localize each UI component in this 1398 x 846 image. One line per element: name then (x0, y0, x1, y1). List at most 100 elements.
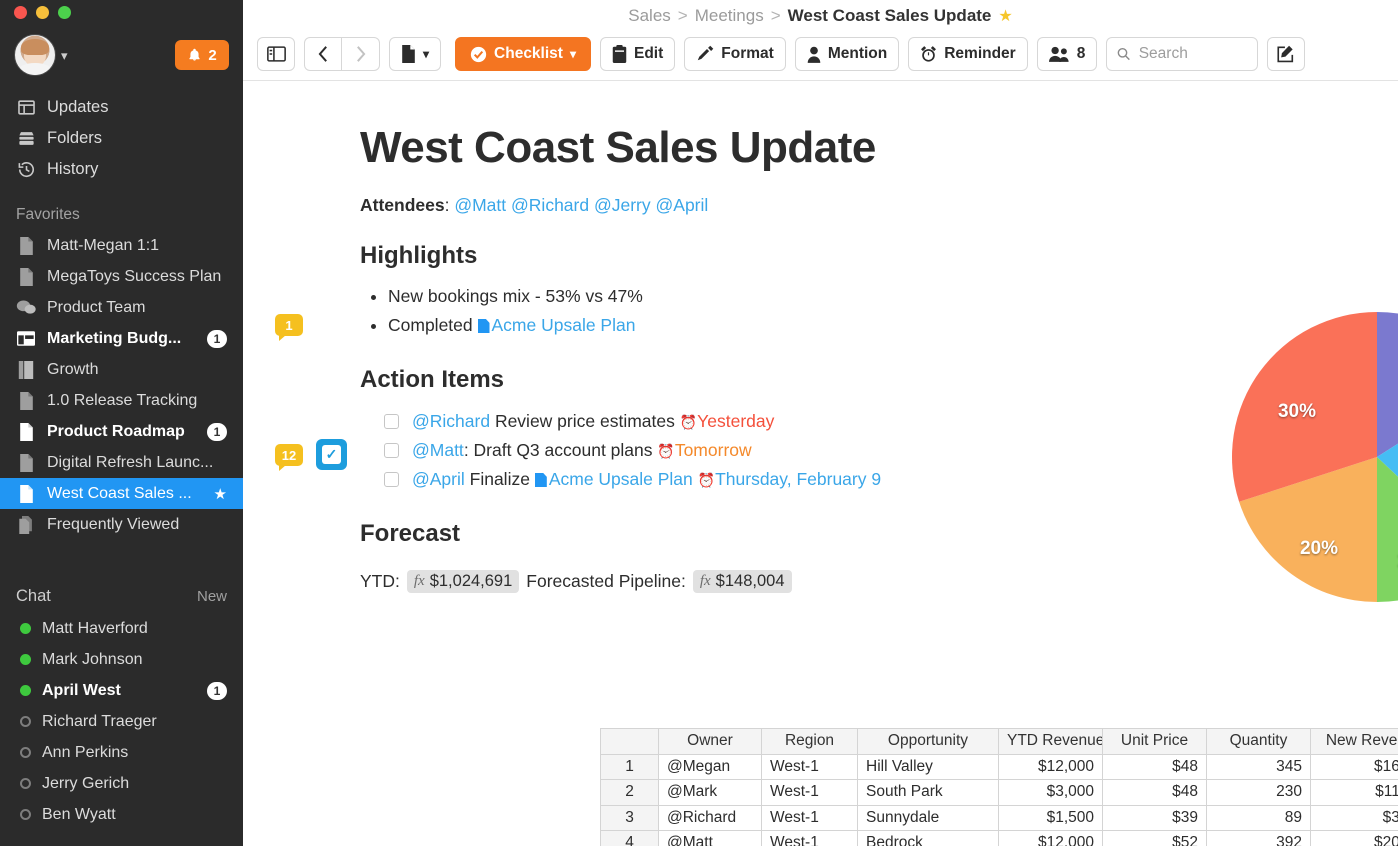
chat-item-april-west[interactable]: April West 1 (0, 675, 243, 706)
table-cell[interactable]: @Matt (658, 830, 762, 846)
star-icon[interactable]: ★ (998, 6, 1012, 26)
attendee-mention[interactable]: @Jerry (594, 195, 651, 215)
column-header[interactable]: Region (761, 728, 858, 755)
avatar[interactable] (14, 34, 56, 76)
sidebar-item-megatoys-success-plan[interactable]: MegaToys Success Plan (0, 261, 243, 292)
sidebar-item-release-tracking[interactable]: 1.0 Release Tracking (0, 385, 243, 416)
chevron-down-icon[interactable]: ▾ (570, 47, 576, 61)
forward-button[interactable] (342, 37, 380, 71)
maximize-window-button[interactable] (58, 6, 71, 19)
table-cell[interactable]: $39 (1102, 804, 1207, 831)
chat-item-matt-haverford[interactable]: Matt Haverford (0, 613, 243, 644)
format-button[interactable]: Format (684, 37, 786, 71)
search-input[interactable] (1138, 45, 1248, 63)
table-cell[interactable]: 4 (600, 830, 659, 846)
table-cell[interactable]: $52 (1102, 830, 1207, 846)
chat-item-ann-perkins[interactable]: Ann Perkins (0, 737, 243, 768)
table-cell[interactable]: West-1 (761, 804, 858, 831)
sidebar-item-updates[interactable]: Updates (0, 92, 243, 123)
table-cell[interactable]: West-1 (761, 830, 858, 846)
sidebar-item-matt-megan-1-1[interactable]: Matt-Megan 1:1 (0, 230, 243, 261)
table-cell[interactable]: $48 (1102, 753, 1207, 780)
chat-item-mark-johnson[interactable]: Mark Johnson (0, 644, 243, 675)
star-icon[interactable]: ★ (214, 485, 227, 503)
due-date[interactable]: Tomorrow (675, 440, 752, 460)
table-cell[interactable]: $12,000 (998, 830, 1103, 846)
edit-button[interactable]: Edit (599, 37, 676, 71)
table-cell[interactable]: $16,560 (1310, 753, 1398, 780)
table-cell[interactable]: $12,000 (998, 753, 1103, 780)
sidebar-item-product-team[interactable]: Product Team (0, 292, 243, 323)
chevron-down-icon[interactable]: ▾ (61, 49, 68, 62)
checklist-button[interactable]: Checklist ▾ (455, 37, 591, 71)
sidebar-item-history[interactable]: History (0, 154, 243, 185)
checkbox[interactable] (384, 443, 399, 458)
table-cell[interactable]: South Park (857, 779, 999, 806)
attendee-mention[interactable]: @Richard (511, 195, 589, 215)
table-cell[interactable]: 2 (600, 779, 659, 806)
chevron-down-icon[interactable]: ▾ (423, 47, 429, 61)
chat-item-ben-wyatt[interactable]: Ben Wyatt (0, 799, 243, 830)
attendee-mention[interactable]: @April (656, 195, 709, 215)
ytd-value-chip[interactable]: fx $1,024,691 (406, 570, 520, 593)
column-header[interactable] (600, 728, 659, 755)
table-cell[interactable]: 345 (1206, 753, 1311, 780)
table-cell[interactable]: 392 (1206, 830, 1311, 846)
sidebar-item-product-roadmap[interactable]: Product Roadmap 1 (0, 416, 243, 447)
attendee-mention[interactable]: @Matt (454, 195, 506, 215)
compose-button[interactable] (1267, 37, 1306, 71)
table-cell[interactable]: @Richard (658, 804, 762, 831)
reminder-button[interactable]: Reminder (908, 37, 1028, 71)
doc-link[interactable]: Acme Upsale Plan (492, 315, 636, 335)
table-cell[interactable]: $1,500 (998, 804, 1103, 831)
search-box[interactable] (1106, 37, 1259, 71)
due-date[interactable]: Thursday, February 9 (715, 469, 881, 489)
sidebar-item-west-coast-sales[interactable]: West Coast Sales ... ★ (0, 478, 243, 509)
mention-button[interactable]: Mention (794, 37, 900, 71)
sidebar-item-growth[interactable]: Growth (0, 354, 243, 385)
sidebar-item-marketing-budget[interactable]: Marketing Budg... 1 (0, 323, 243, 354)
pie-slice[interactable] (1377, 457, 1398, 602)
column-header[interactable]: YTD Revenue (998, 728, 1103, 755)
doc-link[interactable]: Acme Upsale Plan (549, 469, 693, 489)
chat-new-button[interactable]: New (197, 588, 227, 605)
breadcrumb-root[interactable]: Sales (628, 6, 671, 26)
chat-item-richard-traeger[interactable]: Richard Traeger (0, 706, 243, 737)
table-cell[interactable]: $11,040 (1310, 779, 1398, 806)
sidebar-item-digital-refresh-launch[interactable]: Digital Refresh Launc... (0, 447, 243, 478)
column-header[interactable]: New Revenue (1310, 728, 1398, 755)
table-cell[interactable]: Sunnydale (857, 804, 999, 831)
checkbox[interactable] (384, 472, 399, 487)
column-header[interactable]: Unit Price (1102, 728, 1207, 755)
sidebar-item-frequently-viewed[interactable]: Frequently Viewed (0, 509, 243, 540)
table-row[interactable]: 2@MarkWest-1South Park$3,000$48230$11,04… (600, 779, 1398, 806)
due-date[interactable]: Yesterday (697, 411, 774, 431)
user-menu[interactable]: ▾ (14, 34, 68, 76)
column-header[interactable]: Quantity (1206, 728, 1311, 755)
assignee-mention[interactable]: @Richard (412, 411, 490, 431)
table-cell[interactable]: $3,000 (998, 779, 1103, 806)
table-cell[interactable]: West-1 (761, 779, 858, 806)
table-row[interactable]: 1 @Megan West-1 Hill Valley $12,000 $48 345 $16… (600, 753, 1398, 780)
table-cell[interactable]: $48 (1102, 779, 1207, 806)
pie-slice[interactable] (1377, 312, 1398, 457)
table-cell[interactable]: 1 (600, 753, 659, 780)
column-header[interactable]: Opportunity (857, 728, 999, 755)
assignee-mention[interactable]: @Matt (412, 440, 464, 460)
table-cell[interactable]: Bedrock (857, 830, 999, 846)
pie-chart[interactable]: 16% 21% 13% 20% 30% (1231, 311, 1398, 603)
table-cell[interactable]: 89 (1206, 804, 1311, 831)
sidebar-toggle-button[interactable] (257, 37, 295, 71)
forecast-table[interactable]: Owner Region Opportunity YTD Revenue Uni… (600, 728, 1398, 846)
table-row[interactable]: 4@MattWest-1Bedrock$12,000$52392$20,384$… (600, 830, 1398, 846)
table-row[interactable]: 3@RichardWest-1Sunnydale$1,500$3989$3,47… (600, 804, 1398, 831)
column-header[interactable]: Owner (658, 728, 762, 755)
table-cell[interactable]: $20,384 (1310, 830, 1398, 846)
table-cell[interactable]: $3,471 (1310, 804, 1398, 831)
table-cell[interactable]: 230 (1206, 779, 1311, 806)
sidebar-item-folders[interactable]: Folders (0, 123, 243, 154)
pipeline-value-chip[interactable]: fx $148,004 (692, 570, 792, 593)
notifications-button[interactable]: 2 (175, 40, 229, 70)
back-button[interactable] (304, 37, 342, 71)
table-cell[interactable]: @Mark (658, 779, 762, 806)
